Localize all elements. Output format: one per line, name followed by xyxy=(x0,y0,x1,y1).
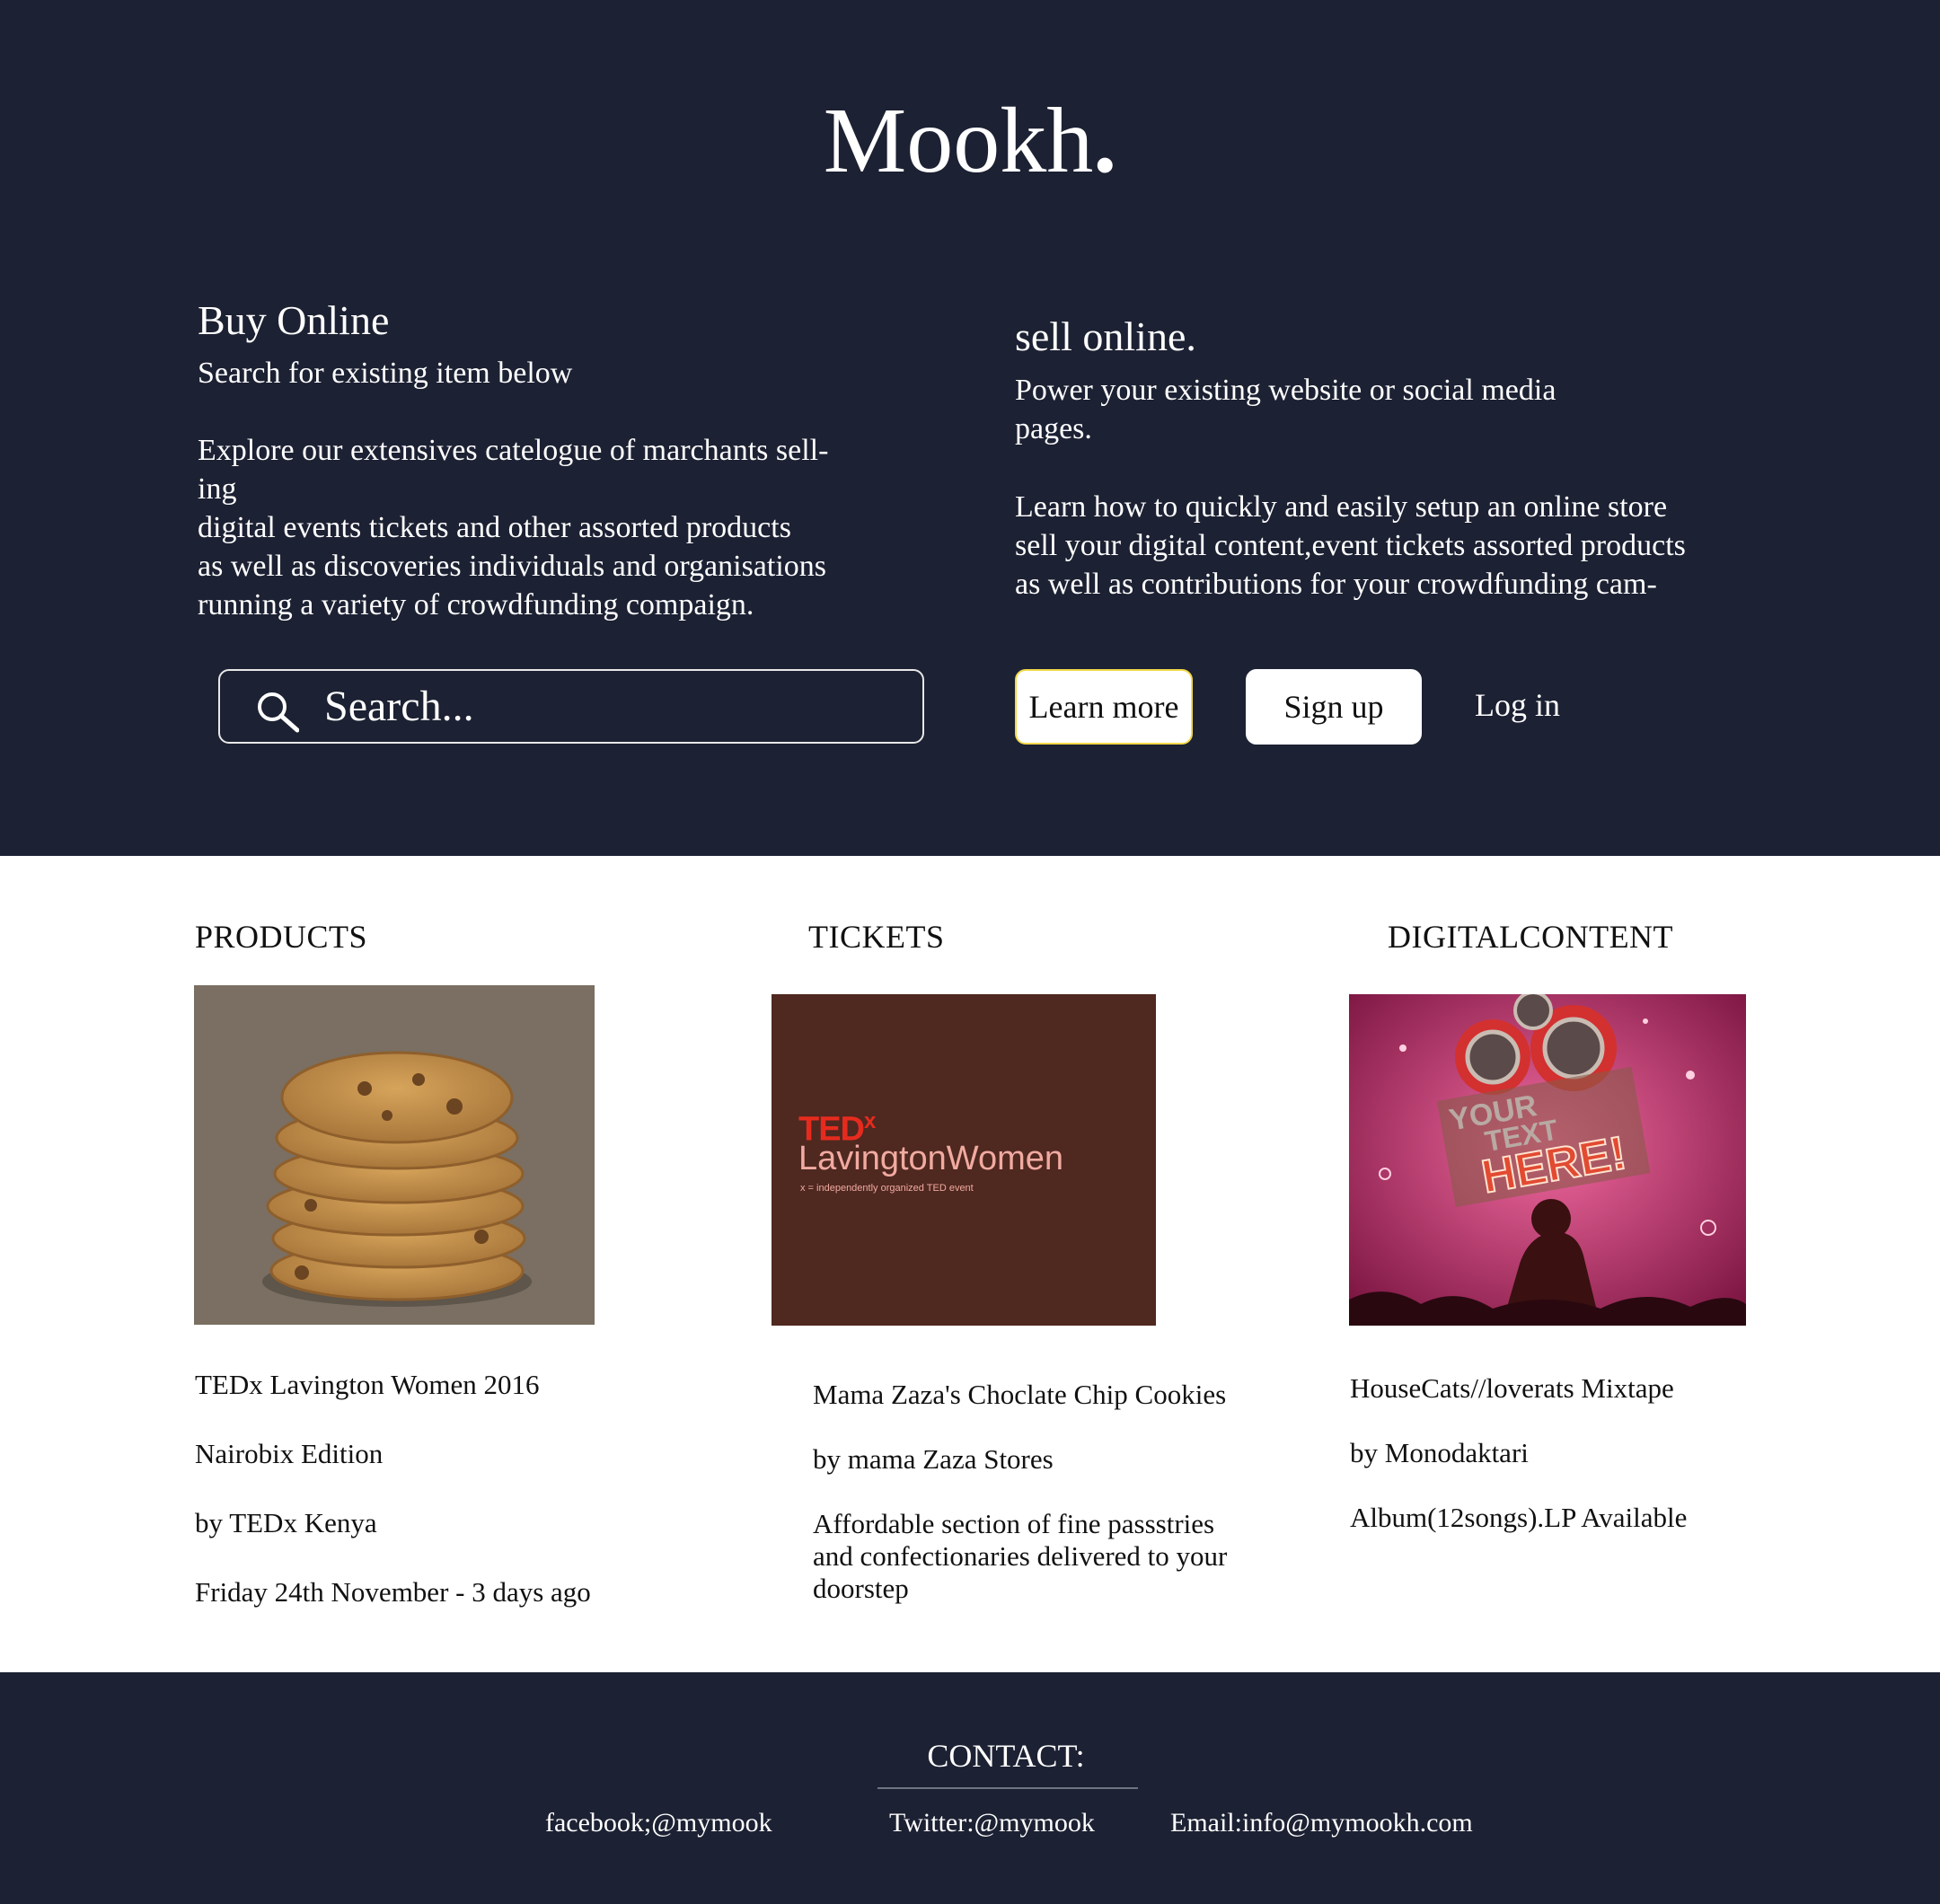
buy-line: ing xyxy=(198,472,237,506)
digital-item-details: Album(12songs).LP Available xyxy=(1350,1502,1688,1533)
category-products[interactable]: PRODUCTS xyxy=(195,918,367,956)
sell-description: Learn how to quickly and easily setup an… xyxy=(1015,488,1686,604)
sell-intro-line: pages. xyxy=(1015,412,1092,445)
sell-title: sell online. xyxy=(1015,313,1196,359)
tedx-tagline: x = independently organized TED event xyxy=(800,1183,974,1194)
sell-intro-line: Power your existing website or social me… xyxy=(1015,374,1556,407)
brand-logo[interactable]: Mookh. xyxy=(0,94,1940,188)
buy-description: Explore our extensives catelogue of marc… xyxy=(198,431,828,624)
learn-more-button[interactable]: Learn more xyxy=(1015,669,1193,745)
contact-divider xyxy=(877,1787,1138,1789)
cookies-image[interactable] xyxy=(194,985,595,1325)
tickets-item-seller: by mama Zaza Stores xyxy=(813,1443,1054,1475)
tickets-description-line: Affordable section of fine passstries xyxy=(813,1508,1215,1539)
contact-heading: CONTACT: xyxy=(927,1738,1085,1774)
buy-line: digital events tickets and other assorte… xyxy=(198,511,791,544)
tickets-item-title[interactable]: Mama Zaza's Choclate Chip Cookies xyxy=(813,1379,1226,1411)
category-tickets[interactable]: TICKETS xyxy=(808,918,945,956)
sell-line: Learn how to quickly and easily setup an… xyxy=(1015,490,1668,524)
email-link[interactable]: Email:info@mymookh.com xyxy=(1170,1808,1473,1838)
search-icon xyxy=(258,692,299,733)
tickets-item-description: Affordable section of fine passstries an… xyxy=(813,1508,1227,1605)
mixtape-image[interactable]: YOUR TEXT HERE! xyxy=(1349,994,1746,1326)
buy-subtitle: Search for existing item below xyxy=(198,357,573,390)
products-item-seller: by TEDx Kenya xyxy=(195,1507,377,1538)
products-item-edition: Nairobix Edition xyxy=(195,1438,384,1469)
sell-intro: Power your existing website or social me… xyxy=(1015,371,1556,448)
tickets-description-line: and confectionaries delivered to your xyxy=(813,1540,1228,1572)
sign-up-button[interactable]: Sign up xyxy=(1246,669,1422,745)
digital-item-seller: by Monodaktari xyxy=(1350,1437,1529,1468)
search-input[interactable]: Search... xyxy=(218,669,924,744)
buy-line: Explore our extensives catelogue of marc… xyxy=(198,434,829,467)
products-item-date: Friday 24th November - 3 days ago xyxy=(195,1576,591,1608)
tickets-description-line: doorstep xyxy=(813,1573,909,1604)
buy-title: Buy Online xyxy=(198,297,390,343)
buy-line: as well as discoveries individuals and o… xyxy=(198,550,827,583)
cookies-illustration xyxy=(194,985,595,1325)
brand-name: Mookh xyxy=(823,89,1094,192)
brand-dot: . xyxy=(1093,89,1117,192)
category-digital-content[interactable]: DIGITALCONTENT xyxy=(1388,918,1673,956)
buy-line: running a variety of crowdfunding compai… xyxy=(198,588,754,621)
search-placeholder: Search... xyxy=(324,683,474,730)
hero-section: Mookh. Buy Online Search for existing it… xyxy=(0,0,1940,856)
tedx-ticket-image[interactable]: TEDx LavingtonWomen x = independently or… xyxy=(772,994,1156,1326)
facebook-link[interactable]: facebook;@mymook xyxy=(545,1808,772,1838)
tedx-event-name: LavingtonWomen xyxy=(798,1140,1064,1177)
sell-line: as well as contributions for your crowdf… xyxy=(1015,568,1657,601)
digital-item-title[interactable]: HouseCats//loverats Mixtape xyxy=(1350,1372,1674,1405)
twitter-link[interactable]: Twitter:@mymook xyxy=(889,1808,1095,1838)
ted-x: x xyxy=(864,1109,876,1133)
sell-line: sell your digital content,event tickets … xyxy=(1015,529,1686,562)
products-item-title[interactable]: TEDx Lavington Women 2016 xyxy=(195,1369,540,1401)
log-in-link[interactable]: Log in xyxy=(1475,686,1560,724)
mixtape-poster: YOUR TEXT HERE! xyxy=(1349,994,1746,1326)
